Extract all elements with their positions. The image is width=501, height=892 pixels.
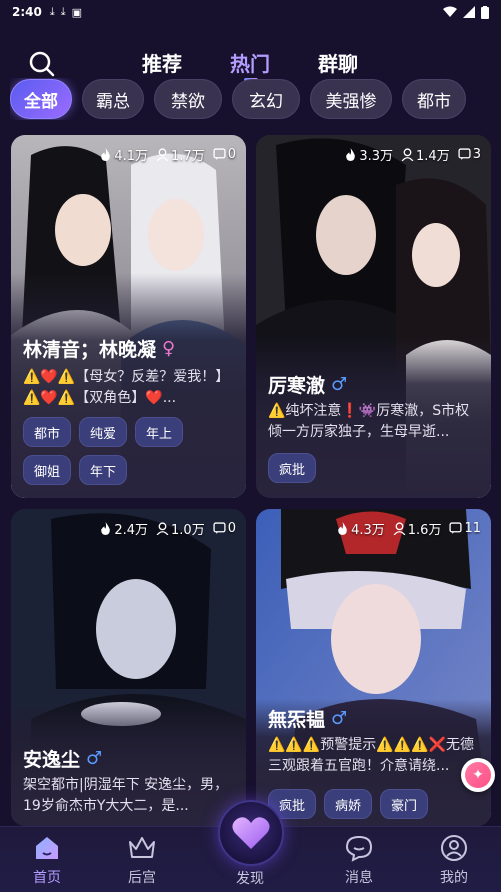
character-name-row: 無炁韫 ♂ [268,705,347,732]
nav-home[interactable]: 首页 [17,833,77,887]
tag-list: 都市 纯爱 年上 御姐 年下 [23,417,238,485]
nav-home-label: 首页 [33,870,61,886]
category-chips: 全部 霸总 禁欲 玄幻 美强惨 都市 [10,78,501,120]
character-description: 架空都市|阴湿年下 安逸尘，男，19岁俞杰市Y大大二，是... [23,777,229,814]
tab-hot[interactable]: 热门 [230,48,270,77]
nav-harem[interactable]: 后宫 [112,833,172,887]
character-name: 厉寒澈 [268,375,326,397]
character-description: ⚠️❤️⚠️【母女？反差？爱我！】⚠️❤️⚠️【双角色】❤️... [23,369,230,406]
character-name: 林清音；林晚凝 [23,339,157,361]
status-bar: 2:40 ⤓ ⤓ ▣ [0,0,501,24]
male-icon: ♂ [331,374,348,395]
comment-count: 3 [472,147,481,162]
character-card[interactable]: 4.1万 1.7万 0 林清音；林晚凝 ♀ ⚠️❤️⚠️【母女？反差？爱我！】⚠… [11,135,246,498]
tag[interactable]: 豪门 [380,789,429,819]
tag[interactable]: 都市 [23,417,72,447]
male-icon: ♂ [86,748,103,769]
follower-count: 1.0万 [171,523,205,538]
nav-discover-button[interactable] [218,800,284,866]
tag[interactable]: 年下 [79,455,128,485]
download-icon: ⤓ [60,5,66,18]
character-name: 安逸尘 [23,749,81,771]
home-icon [36,837,58,859]
card-stats: 4.1万 1.7万 0 [99,145,236,164]
user-icon [393,522,406,535]
follower-count: 1.7万 [171,149,205,164]
user-icon [441,835,467,861]
search-icon[interactable] [28,50,56,78]
follower-count: 1.4万 [416,149,450,164]
tag-list: 疯批 [268,453,483,483]
nav-profile-label: 我的 [440,870,468,886]
fire-icon [101,522,111,535]
nav-messages-label: 消息 [345,870,373,886]
character-name-row: 厉寒澈 ♂ [268,371,347,398]
male-icon: ♂ [331,708,348,729]
character-card[interactable]: 4.3万 1.6万 11 無炁韫 ♂ ⚠️⚠️⚠️预警提示⚠️⚠️⚠️❌无德三观… [256,509,491,826]
comment-count: 11 [464,521,481,536]
follower-count: 1.6万 [407,523,442,538]
chip-all[interactable]: 全部 [10,79,72,119]
character-card[interactable]: 3.3万 1.4万 3 厉寒澈 ♂ ⚠️纯坏注意❗👾厉寒澈，S市权倾一方厉家独子… [256,135,491,498]
nav-harem-label: 后宫 [128,870,156,886]
tag[interactable]: 年上 [135,417,184,447]
tag[interactable]: 御姐 [23,455,72,485]
card-stats: 4.3万 1.6万 11 [336,519,481,538]
fire-icon [101,148,111,161]
tag-list: 疯批 病娇 豪门 [268,789,483,819]
status-time: 2:40 [12,5,42,19]
character-card[interactable]: 2.4万 1.0万 0 安逸尘 ♂ 架空都市|阴湿年下 安逸尘，男，19岁俞杰市… [11,509,246,826]
heat-count: 2.4万 [114,523,149,538]
tag[interactable]: 纯爱 [79,417,128,447]
battery-icon [481,5,489,19]
nav-profile[interactable]: 我的 [424,833,484,887]
app-notification-icon: ▣ [71,5,83,19]
user-icon [401,148,414,161]
nav-messages[interactable]: 消息 [329,833,389,887]
chat-icon [345,835,373,862]
heat-count: 4.1万 [114,149,149,164]
chip-urban[interactable]: 都市 [402,79,466,119]
heart-icon [232,817,270,849]
comment-icon [458,148,471,160]
user-icon [156,148,169,161]
heat-count: 4.3万 [351,523,385,538]
chip-tragic[interactable]: 美强惨 [310,79,392,119]
tab-group-chat[interactable]: 群聊 [318,48,358,77]
chip-ceo[interactable]: 霸总 [82,79,144,119]
card-stats: 2.4万 1.0万 0 [99,519,236,538]
nav-discover-label: 发现 [236,871,264,887]
comment-count: 0 [227,147,236,162]
tag[interactable]: 疯批 [268,453,317,483]
character-name: 無炁韫 [268,709,326,731]
character-name-row: 林清音；林晚凝 ♀ [23,335,175,362]
comment-count: 0 [227,521,236,536]
character-description: ⚠️⚠️⚠️预警提示⚠️⚠️⚠️❌无德三观跟着五官跑！介意请绕... [268,737,475,774]
tab-recommend[interactable]: 推荐 [142,48,182,77]
heat-count: 3.3万 [359,149,394,164]
tag[interactable]: 病娇 [324,789,373,819]
fire-icon [346,148,356,161]
crown-icon [129,837,155,858]
comment-icon [213,522,226,534]
character-name-row: 安逸尘 ♂ [23,745,102,772]
sparkle-icon: ✦ [465,762,491,788]
wifi-icon [443,6,457,17]
card-stats: 3.3万 1.4万 3 [344,145,481,164]
download-icon: ⤓ [49,5,55,18]
comment-icon [213,148,226,160]
character-description: ⚠️纯坏注意❗👾厉寒澈，S市权倾一方厉家独子，生母早逝... [268,403,470,440]
fire-icon [338,522,347,535]
chip-ascetic[interactable]: 禁欲 [154,79,222,119]
user-icon [156,522,169,535]
female-icon: ♀ [162,338,176,359]
chip-fantasy[interactable]: 玄幻 [232,79,300,119]
signal-icon [463,6,475,18]
comment-icon [449,522,463,534]
floating-create-button[interactable]: ✦ [461,758,495,792]
